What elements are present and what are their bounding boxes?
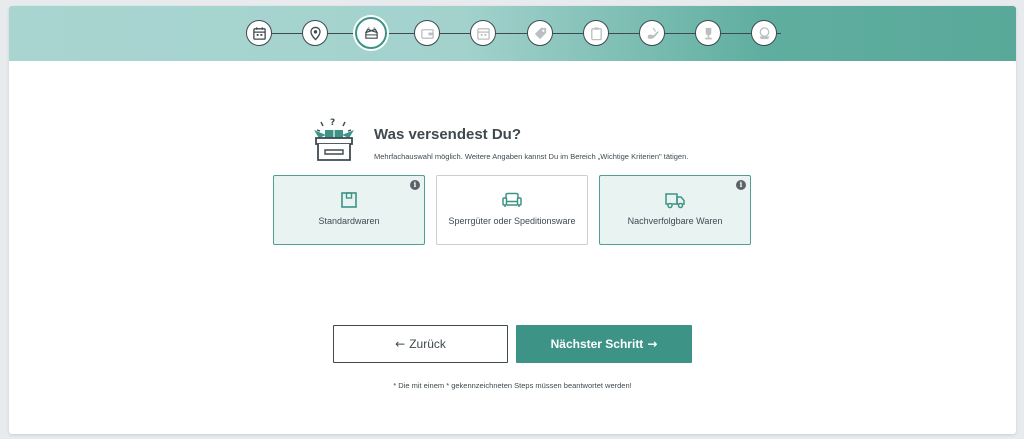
info-icon[interactable]: i [736, 180, 746, 190]
wizard-card: ? Was versendest Du? Mehrfachauswahl mög… [9, 6, 1016, 434]
info-icon[interactable]: i [410, 180, 420, 190]
step-2[interactable] [302, 20, 328, 46]
next-button-label: Nächster Schritt [550, 337, 644, 351]
step-1[interactable] [246, 20, 272, 46]
arrow-left-icon: ← [395, 337, 406, 351]
location-pin-icon [309, 26, 321, 41]
step-4[interactable] [414, 20, 440, 46]
calendar-icon [476, 27, 490, 40]
hand-icon [647, 27, 659, 39]
open-box-icon [364, 26, 378, 39]
progress-stepper [9, 6, 1016, 61]
step-3-current[interactable] [355, 17, 387, 49]
back-button-label: Zurück [409, 337, 446, 351]
step-6[interactable] [527, 20, 553, 46]
back-button[interactable]: ← Zurück [333, 325, 508, 363]
package-icon [341, 192, 357, 208]
page-subtitle: Mehrfachauswahl möglich. Weitere Angaben… [374, 152, 689, 161]
svg-text:?: ? [330, 118, 335, 128]
step-8[interactable] [639, 20, 665, 46]
trophy-icon [704, 27, 712, 39]
step-7[interactable] [583, 20, 609, 46]
option-nachverfolgbare-waren[interactable]: Nachverfolgbare Waren i [599, 175, 751, 245]
option-sperrgueter[interactable]: Sperrgüter oder Speditionsware [436, 175, 588, 245]
option-standardwaren[interactable]: Standardwaren i [273, 175, 425, 245]
step-5[interactable] [470, 20, 496, 46]
option-label: Sperrgüter oder Speditionsware [448, 216, 576, 226]
option-label: Nachverfolgbare Waren [627, 216, 723, 226]
page-title: Was versendest Du? [374, 126, 521, 143]
clipboard-icon [590, 26, 602, 40]
required-footnote: * Die mit einem * gekennzeichneten Steps… [393, 381, 632, 390]
price-tag-icon [534, 27, 546, 39]
open-box-question-icon: ? [314, 118, 354, 161]
wallet-icon [420, 28, 434, 39]
arrow-right-icon: → [647, 337, 658, 351]
seal-icon [759, 26, 769, 39]
step-10[interactable] [751, 20, 777, 46]
truck-icon [665, 193, 685, 209]
step-9[interactable] [695, 20, 721, 46]
calendar-icon [252, 26, 266, 40]
question-header: ? Was versendest Du? Mehrfachauswahl mög… [311, 116, 751, 172]
next-step-button[interactable]: Nächster Schritt → [516, 325, 692, 363]
sofa-icon [502, 192, 522, 207]
option-label: Standardwaren [318, 216, 380, 226]
